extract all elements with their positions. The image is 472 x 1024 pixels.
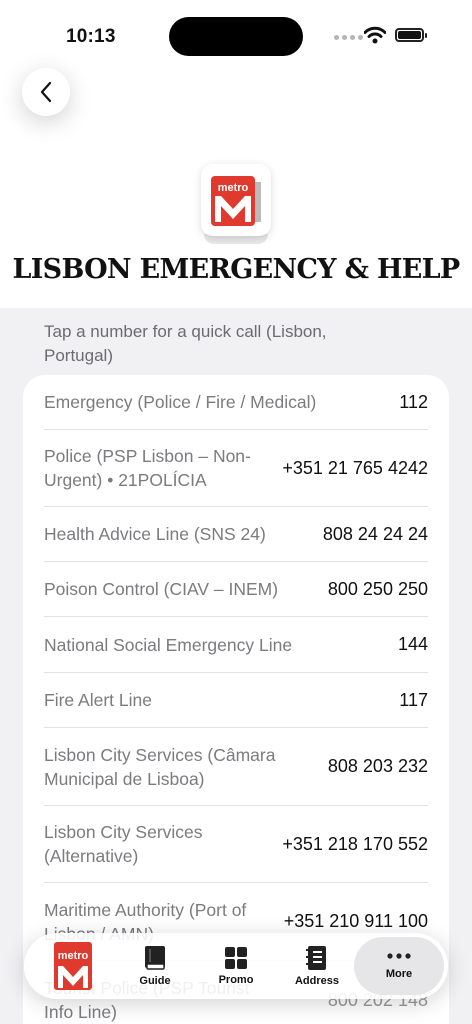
contact-number[interactable]: +351 210 911 100 [284, 911, 428, 932]
dynamic-island [169, 17, 303, 56]
subtitle: Tap a number for a quick call (Lisbon, P… [44, 322, 327, 365]
contact-number[interactable]: 112 [399, 392, 428, 413]
tab-bar: metro Guide Promo Address More [24, 933, 448, 999]
battery-icon [395, 28, 427, 42]
tab-home-logo-text: metro [58, 950, 89, 962]
tab-address[interactable]: Address [282, 933, 352, 999]
back-button[interactable] [22, 68, 70, 116]
contact-row[interactable]: Lisbon City Services (Alternative) +351 … [44, 806, 428, 883]
contact-label: Emergency (Police / Fire / Medical) [44, 392, 317, 412]
contact-number[interactable]: 808 24 24 24 [323, 524, 428, 545]
tab-guide[interactable]: Guide [124, 933, 186, 999]
chevron-left-icon [40, 81, 52, 103]
contact-number[interactable]: +351 218 170 552 [282, 834, 428, 855]
contact-row[interactable]: National Social Emergency Line 144 [44, 617, 428, 673]
contact-number[interactable]: 808 203 232 [328, 756, 428, 777]
page-title: LISBON EMERGENCY & HELP [12, 254, 460, 285]
tab-label: More [385, 968, 413, 980]
contact-label: Lisbon City Services (Câmara Municipal d… [44, 744, 276, 789]
contact-label: Fire Alert Line [44, 690, 152, 710]
tab-home-logo[interactable]: metro [54, 942, 98, 992]
contact-label: Health Advice Line (SNS 24) [44, 524, 266, 544]
status-bar: 10:13 [0, 0, 472, 70]
signal-icon [334, 35, 363, 40]
contact-label: Poison Control (CIAV – INEM) [44, 579, 279, 599]
tab-label: Guide [139, 975, 171, 987]
address-book-icon [306, 946, 326, 970]
contact-number[interactable]: +351 21 765 4242 [282, 458, 428, 479]
logo-text: metro [218, 182, 249, 194]
tab-promo[interactable]: Promo [204, 933, 268, 999]
contact-row[interactable]: Poison Control (CIAV – INEM) 800 250 250 [44, 562, 428, 617]
contacts-card: Emergency (Police / Fire / Medical) 112 … [23, 375, 449, 1024]
wifi-icon [364, 26, 386, 44]
tab-label: Address [294, 975, 340, 987]
contact-number[interactable]: 117 [399, 690, 428, 711]
book-icon [145, 946, 165, 970]
tab-label: Promo [218, 974, 254, 986]
contact-label: Police (PSP Lisbon – Non-Urgent) • 21POL… [44, 446, 251, 490]
contact-row[interactable]: Police (PSP Lisbon – Non-Urgent) • 21POL… [44, 430, 428, 507]
metro-logo: metro [201, 164, 271, 244]
contact-row[interactable]: Fire Alert Line 117 [44, 673, 428, 728]
contact-label: National Social Emergency Line [44, 634, 293, 655]
contact-row[interactable]: Emergency (Police / Fire / Medical) 112 [44, 375, 428, 430]
grid-icon [225, 947, 247, 969]
contact-label: Lisbon City Services (Alternative) [44, 822, 203, 866]
more-icon [387, 953, 411, 959]
status-time: 10:13 [66, 26, 116, 47]
contact-row[interactable]: Lisbon City Services (Câmara Municipal d… [44, 728, 428, 806]
contact-number[interactable]: 800 250 250 [328, 579, 428, 600]
tab-more[interactable]: More [354, 937, 444, 995]
contact-number[interactable]: 144 [398, 634, 428, 655]
contact-row[interactable]: Health Advice Line (SNS 24) 808 24 24 24 [44, 507, 428, 562]
